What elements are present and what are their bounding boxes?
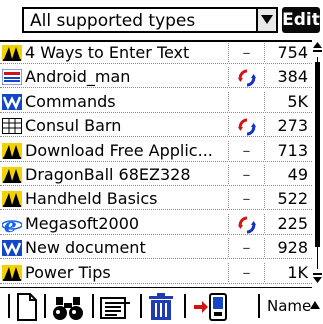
column-divider — [264, 67, 265, 87]
bottom-toolbar: Name — [0, 288, 323, 322]
sync-status: – — [242, 140, 251, 160]
documents-to-go-icon — [2, 142, 22, 159]
documents-to-go-app: All supported types Edit 4 Ways to Enter… — [0, 0, 323, 322]
file-list-row[interactable]: Android_man 384 — [0, 66, 312, 89]
file-name: 4 Ways to Enter Text — [25, 43, 190, 62]
file-size: 1K — [287, 262, 308, 282]
column-divider — [264, 91, 265, 111]
file-name: Megasoft2000 — [25, 213, 140, 233]
file-list-row[interactable]: Download Free Applic... – 713 — [0, 140, 312, 162]
filter-selected-value: All supported types — [30, 11, 196, 31]
column-divider — [264, 43, 265, 62]
column-divider — [264, 189, 265, 209]
details-icon[interactable] — [100, 294, 130, 324]
file-list-row[interactable]: Handheld Basics – 522 — [0, 188, 312, 211]
column-divider — [228, 91, 229, 111]
column-divider — [228, 213, 229, 233]
toolbar-divider — [92, 294, 94, 318]
column-divider — [228, 67, 229, 87]
toolbar-divider — [258, 294, 260, 318]
file-list-row[interactable]: Power Tips – 1K — [0, 262, 312, 284]
file-list-row[interactable]: 4 Ways to Enter Text – 754 — [0, 42, 312, 64]
column-divider — [264, 116, 265, 136]
file-list-row[interactable]: Commands 5K — [0, 91, 312, 113]
file-name: Consul Barn — [25, 116, 122, 136]
file-size: 273 — [277, 116, 308, 136]
sync-status: – — [242, 43, 251, 62]
list-scrollbar[interactable] — [312, 40, 323, 288]
word-document-icon — [2, 93, 22, 110]
column-divider — [228, 116, 229, 136]
beam-send-icon[interactable] — [192, 292, 228, 322]
scroll-thumb[interactable] — [315, 62, 320, 247]
sort-label: Name — [267, 297, 312, 315]
file-size: 928 — [277, 238, 308, 258]
find-binoculars-icon[interactable] — [52, 294, 84, 324]
column-divider — [264, 140, 265, 160]
spreadsheet-icon — [2, 118, 22, 135]
sort-by-name-button[interactable]: Name — [265, 294, 320, 318]
new-document-icon[interactable] — [16, 292, 38, 322]
toolbar-divider — [140, 294, 142, 318]
file-list-row[interactable]: Consul Barn 273 — [0, 115, 312, 138]
file-list-row[interactable]: e Megasoft2000 225 — [0, 213, 312, 237]
delete-trash-icon[interactable] — [148, 292, 174, 322]
edit-button-label: Edit — [282, 10, 320, 30]
dropdown-arrow-icon[interactable] — [256, 9, 276, 31]
file-size: 754 — [277, 43, 308, 62]
scroll-up-arrow-icon[interactable] — [313, 41, 322, 55]
documents-to-go-icon — [2, 45, 22, 61]
documents-to-go-icon — [2, 167, 22, 183]
column-divider — [264, 262, 265, 282]
file-list-row[interactable]: DragonBall 68EZ328 – 49 — [0, 164, 312, 186]
sort-ascending-arrow-icon — [310, 301, 320, 309]
column-divider — [264, 165, 265, 184]
top-bar: All supported types Edit — [0, 0, 323, 40]
file-name: DragonBall 68EZ328 — [25, 165, 191, 184]
file-name: Commands — [25, 91, 116, 111]
sync-status: – — [242, 238, 251, 258]
file-list-row[interactable]: New document – 928 — [0, 237, 312, 260]
file-name: Download Free Applic... — [25, 140, 213, 160]
column-divider — [264, 238, 265, 258]
documents-to-go-icon — [2, 264, 22, 281]
word-document-icon — [2, 240, 22, 257]
file-size: 713 — [277, 140, 308, 160]
toolbar-divider — [44, 294, 46, 318]
file-name: Android_man — [25, 67, 131, 87]
scroll-down-arrow-icon[interactable] — [313, 270, 322, 284]
internet-explorer-icon: e — [1, 213, 23, 237]
sync-status: – — [242, 189, 251, 209]
file-name: Power Tips — [25, 262, 111, 282]
toolbar-divider — [8, 294, 10, 318]
file-size: 522 — [277, 189, 308, 209]
image-file-icon — [1, 68, 23, 86]
file-size: 5K — [287, 91, 308, 111]
toolbar-divider — [184, 294, 186, 318]
documents-to-go-icon — [2, 191, 22, 208]
file-type-filter-dropdown[interactable]: All supported types — [22, 7, 278, 33]
column-divider — [264, 213, 265, 233]
file-name: New document — [25, 238, 146, 258]
file-name: Handheld Basics — [25, 189, 158, 209]
file-size: 384 — [277, 67, 308, 87]
sync-status: – — [242, 262, 251, 282]
file-size: 225 — [277, 213, 308, 233]
file-size: 49 — [287, 165, 308, 184]
svg-text:e: e — [4, 216, 17, 234]
edit-button[interactable]: Edit — [282, 7, 320, 33]
sync-status: – — [242, 165, 251, 184]
file-list: 4 Ways to Enter Text – 754 Android_man 384 Co… — [0, 40, 312, 288]
